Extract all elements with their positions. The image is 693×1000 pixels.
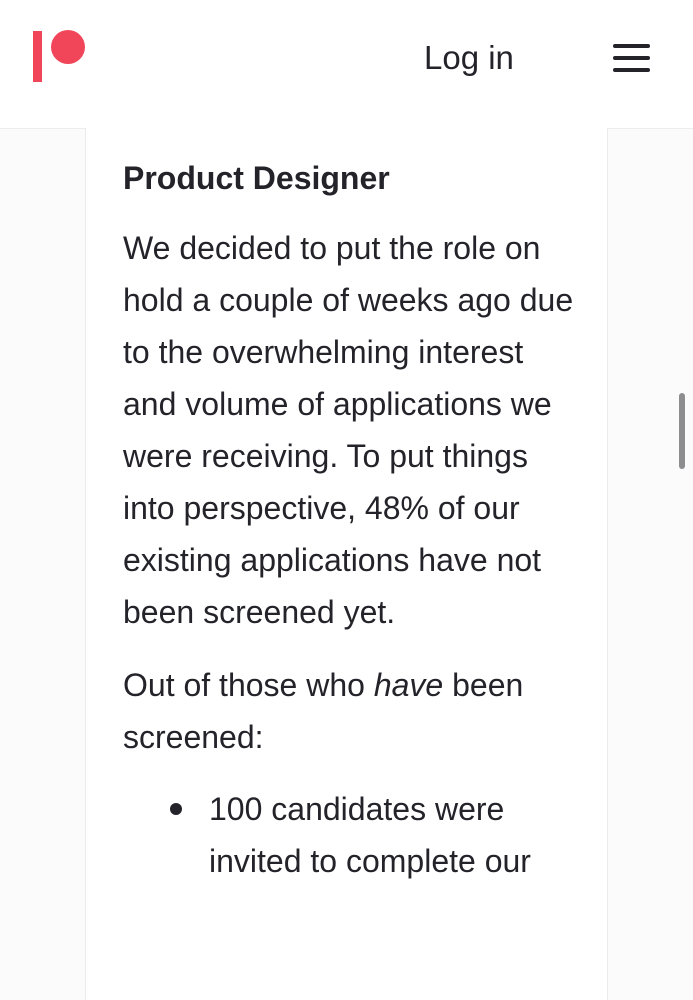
article-title: Product Designer (123, 160, 390, 196)
bullet-dot-icon (170, 803, 182, 815)
list-item-text: 100 candidates were invited to complete … (209, 791, 531, 879)
article-paragraph-1: We decided to put the role on hold a cou… (123, 230, 574, 630)
list-item: 100 candidates were invited to complete … (170, 783, 583, 887)
paragraph-2-emphasis: have (373, 667, 444, 703)
logo-bar (33, 31, 42, 82)
logo-dot (51, 30, 85, 64)
hamburger-menu-icon[interactable] (604, 36, 656, 80)
article-content: Product Designer We decided to put the r… (123, 156, 583, 887)
paragraph-2-text: Out of those who (123, 667, 374, 703)
page-scrollbar[interactable] (679, 393, 685, 469)
screening-list: 100 candidates were invited to complete … (123, 783, 583, 887)
menu-line (613, 44, 650, 48)
login-link[interactable]: Log in (418, 36, 520, 80)
top-nav-bar: Log in (0, 0, 693, 129)
menu-line (613, 68, 650, 72)
article-card: Product Designer We decided to put the r… (85, 128, 608, 1000)
article-paragraph-2: Out of those who have been screened: (123, 659, 583, 763)
patreon-logo-icon[interactable] (33, 30, 89, 84)
menu-line (613, 56, 650, 60)
